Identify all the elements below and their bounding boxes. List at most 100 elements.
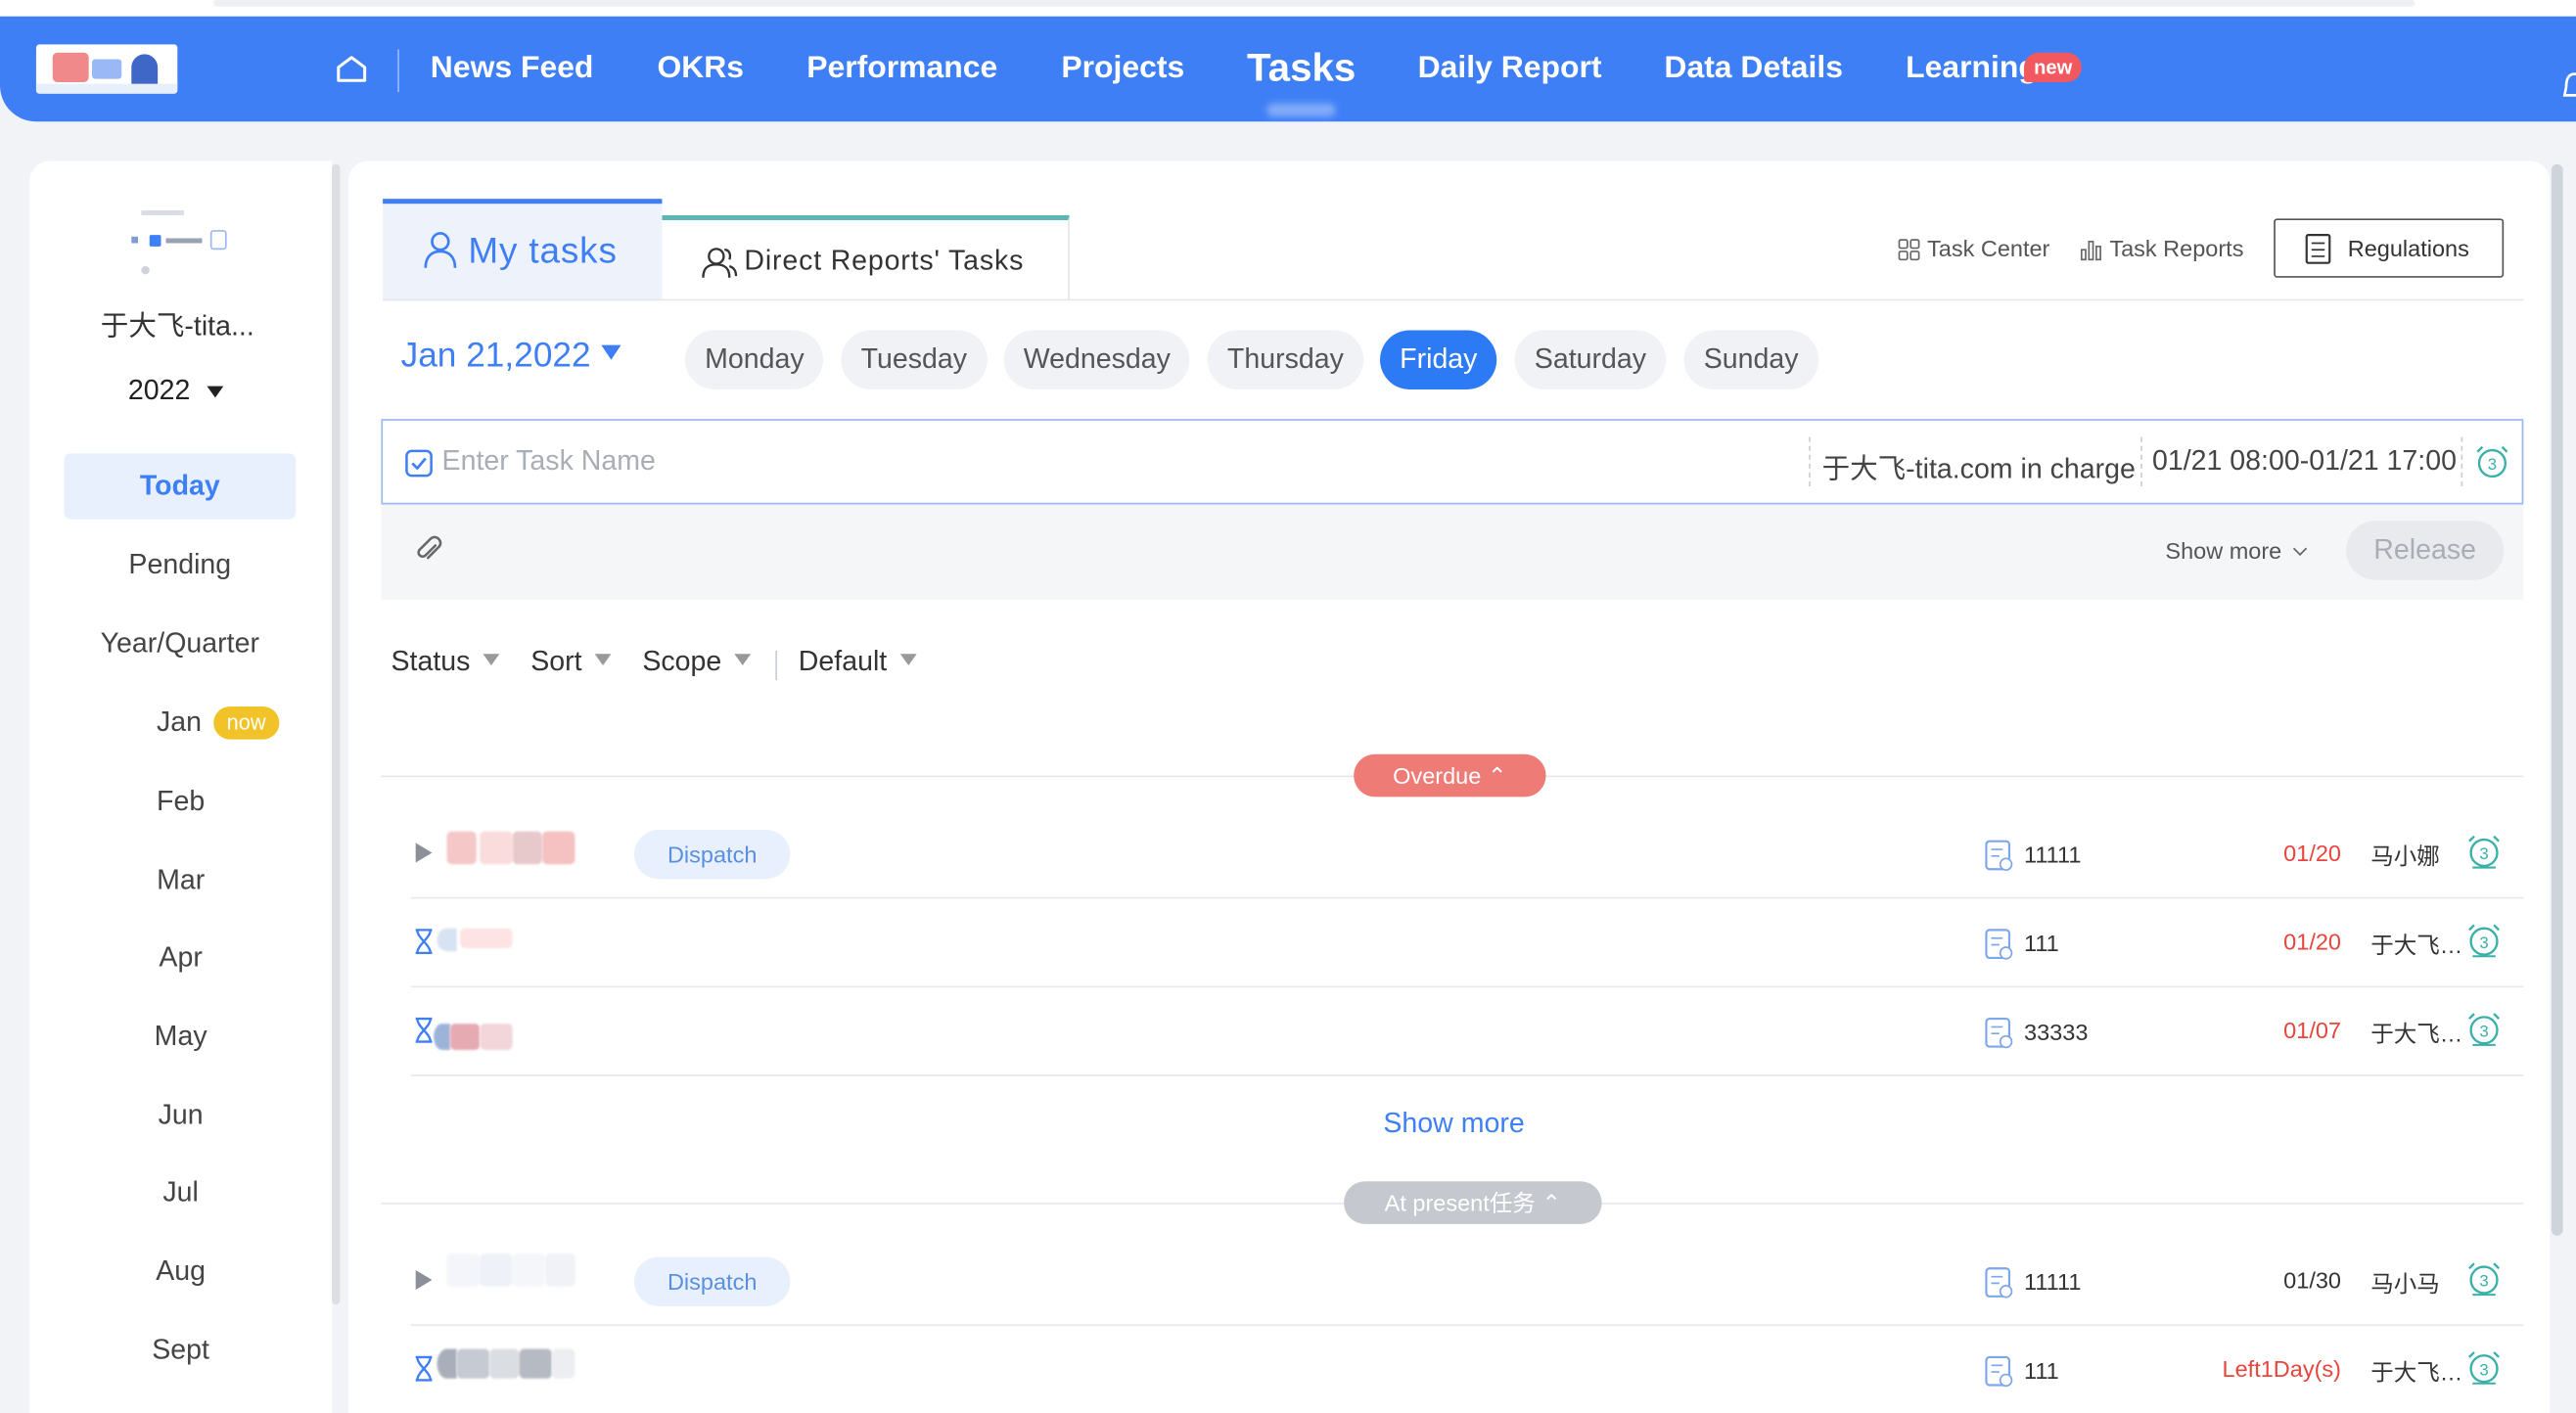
day-tuesday[interactable]: Tuesday xyxy=(841,330,988,389)
nav-learning[interactable]: Learning xyxy=(1906,49,2038,88)
sidebar-item-today[interactable]: Today xyxy=(64,453,297,520)
task-name-input[interactable] xyxy=(441,441,1757,481)
owner-name[interactable]: 马小娜 xyxy=(2370,840,2465,873)
release-button[interactable]: Release xyxy=(2346,521,2505,580)
in-charge-selector[interactable]: 于大飞-tita.com in charge xyxy=(1822,445,2136,486)
owner-name[interactable]: 于大飞-tita.com xyxy=(2370,929,2465,962)
year-select[interactable]: 2022 xyxy=(127,374,224,408)
dispatch-tag[interactable]: Dispatch xyxy=(633,829,791,880)
show-more-link[interactable]: Show more xyxy=(1383,1108,1524,1141)
time-range-selector[interactable]: 01/21 08:00-01/21 17:00 xyxy=(2152,445,2457,479)
task-title-redacted xyxy=(519,1348,553,1379)
project-doc-icon xyxy=(1985,1017,2013,1049)
alarm-count: 3 xyxy=(2479,1272,2488,1291)
month-aug[interactable]: Aug xyxy=(99,1253,263,1290)
task-row[interactable]: 33333 01/07 于大飞-tita.com 3 xyxy=(410,987,2524,1076)
project-doc-icon xyxy=(1985,1355,2013,1388)
month-apr[interactable]: Apr xyxy=(99,939,263,976)
group-present-toggle[interactable]: At present任务 ⌃ xyxy=(1344,1181,1602,1224)
caret-down-icon xyxy=(734,654,752,666)
date-picker[interactable]: Jan 21,2022 xyxy=(401,337,621,376)
task-row[interactable]: 111 Left1Day(s) 于大飞-tita.com 3 xyxy=(411,1326,2524,1413)
day-saturday[interactable]: Saturday xyxy=(1514,330,1667,389)
sidebar-scrollbar[interactable] xyxy=(332,163,341,1305)
caret-down-icon xyxy=(594,654,612,666)
task-center-link[interactable]: Task Center xyxy=(1898,233,2049,262)
dispatch-tag[interactable]: Dispatch xyxy=(633,1256,791,1306)
day-monday[interactable]: Monday xyxy=(684,330,824,389)
tab-direct-reports[interactable]: Direct Reports' Tasks xyxy=(662,214,1070,301)
task-title-redacted xyxy=(512,1253,546,1287)
company-logo[interactable] xyxy=(35,44,178,94)
task-reports-link[interactable]: Task Reports xyxy=(2080,233,2243,262)
month-jun[interactable]: Jun xyxy=(99,1098,263,1134)
nav-okrs[interactable]: OKRs xyxy=(657,49,744,88)
task-title-redacted xyxy=(434,1024,450,1050)
group-overdue-toggle[interactable]: Overdue ⌃ xyxy=(1354,753,1546,798)
filter-sort[interactable]: Sort xyxy=(530,646,612,679)
alarm-clock-icon[interactable]: 3 xyxy=(2474,443,2510,479)
sidebar-item-year-quarter[interactable]: Year/Quarter xyxy=(64,612,296,677)
alarm-count: 3 xyxy=(2479,1360,2488,1379)
project-doc-icon xyxy=(1985,1267,2013,1299)
month-jul[interactable]: Jul xyxy=(99,1175,263,1211)
alarm-clock-icon[interactable]: 3 xyxy=(2466,1260,2503,1297)
alarm-clock-icon[interactable]: 3 xyxy=(2466,833,2503,869)
owner-name[interactable]: 马小马 xyxy=(2370,1267,2465,1300)
owner-name[interactable]: 于大飞-tita.com xyxy=(2370,1355,2465,1389)
home-icon[interactable] xyxy=(335,54,368,83)
task-row[interactable]: Dispatch 11111 01/20 马小娜 3 xyxy=(410,810,2524,899)
nav-daily-report[interactable]: Daily Report xyxy=(1418,49,1602,88)
nav-news-feed[interactable]: News Feed xyxy=(431,49,594,88)
filter-default[interactable]: Default xyxy=(799,646,917,679)
new-task-toolbar: Show more Release xyxy=(381,504,2524,600)
nav-tasks[interactable]: Tasks xyxy=(1247,44,1356,93)
filter-status[interactable]: Status xyxy=(391,646,500,679)
month-mar[interactable]: Mar xyxy=(99,863,263,899)
main-scrollbar[interactable] xyxy=(2551,163,2563,1236)
filter-scope[interactable]: Scope xyxy=(642,646,752,679)
paperclip-icon[interactable] xyxy=(414,535,443,565)
regulations-button[interactable]: Regulations xyxy=(2274,218,2505,278)
task-title-redacted xyxy=(446,831,477,865)
day-sunday[interactable]: Sunday xyxy=(1683,330,1818,389)
day-wednesday[interactable]: Wednesday xyxy=(1003,330,1191,389)
alarm-clock-icon[interactable]: 3 xyxy=(2466,1349,2503,1386)
year-value: 2022 xyxy=(127,374,191,406)
task-title-redacted xyxy=(552,1348,575,1379)
avatar[interactable] xyxy=(121,204,240,279)
tab-my-tasks[interactable]: My tasks xyxy=(383,199,663,301)
nav-performance[interactable]: Performance xyxy=(806,49,997,88)
task-title-redacted xyxy=(446,1253,481,1287)
user-icon xyxy=(424,232,457,268)
month-feb[interactable]: Feb xyxy=(99,784,263,820)
task-title-redacted xyxy=(480,1024,513,1050)
nav-divider xyxy=(397,49,399,93)
month-sept[interactable]: Sept xyxy=(99,1333,263,1369)
alarm-clock-icon[interactable]: 3 xyxy=(2466,1011,2503,1047)
horizontal-scrollbar[interactable] xyxy=(213,0,2415,7)
expand-arrow-icon[interactable] xyxy=(415,843,433,863)
due-date: 01/07 xyxy=(2283,1017,2342,1044)
show-more-options[interactable]: Show more xyxy=(2165,537,2307,564)
nav-data-details[interactable]: Data Details xyxy=(1664,49,1843,88)
chevron-down-icon xyxy=(2292,541,2307,556)
group-present-label: At present任务 xyxy=(1384,1189,1536,1216)
bar-chart-icon xyxy=(2080,240,2101,261)
alarm-clock-icon[interactable]: 3 xyxy=(2466,922,2503,958)
task-row[interactable]: 111 01/20 于大飞-tita.com 3 xyxy=(410,898,2524,988)
month-may[interactable]: May xyxy=(99,1019,263,1055)
due-date: 01/30 xyxy=(2283,1266,2342,1294)
project-code: 33333 xyxy=(2024,1019,2089,1045)
bell-icon[interactable] xyxy=(2562,72,2576,102)
expand-arrow-icon[interactable] xyxy=(415,1269,433,1291)
project-code: 111 xyxy=(2024,930,2059,957)
nav-projects[interactable]: Projects xyxy=(1061,49,1184,88)
task-title-redacted xyxy=(460,928,513,948)
day-thursday[interactable]: Thursday xyxy=(1207,330,1364,389)
task-title-redacted xyxy=(480,831,513,865)
day-friday[interactable]: Friday xyxy=(1380,330,1497,389)
owner-name[interactable]: 于大飞-tita.com xyxy=(2370,1017,2465,1050)
sidebar-item-pending[interactable]: Pending xyxy=(64,532,296,598)
task-row[interactable]: Dispatch 11111 01/30 马小马 3 xyxy=(410,1237,2524,1327)
